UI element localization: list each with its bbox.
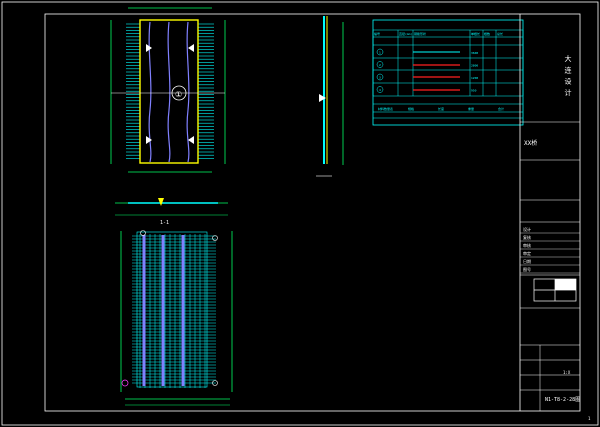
summary-cell: 重量: [468, 106, 474, 111]
sheet-title: N1-T8-2-28图: [545, 397, 580, 403]
rebar-id: 2: [379, 63, 381, 67]
summary-cell: 合计: [498, 106, 504, 111]
rebar-id: 3: [379, 76, 381, 80]
plan-section-strip: 1-1: [115, 198, 228, 226]
page-number: 1: [588, 416, 591, 421]
plan-marker-label: ①: [175, 90, 182, 99]
title-block-row-label: 图号: [523, 266, 531, 272]
rebar-id: 1: [379, 51, 381, 55]
project-name: XX桥: [524, 139, 537, 147]
plan-transverse-rebars-left: [126, 23, 140, 159]
title-block-row-label: 设计: [523, 226, 531, 232]
rebar-length: 2800: [471, 64, 478, 68]
summary-cell: 材料数量表: [378, 106, 393, 111]
table-header-cell: 编号: [374, 31, 380, 36]
table-header-cell: 钢筋形状: [414, 31, 426, 36]
summary-cell: 长度: [438, 106, 444, 111]
plan-section-label: 1-1: [160, 220, 169, 226]
title-block-row-label: 审核: [523, 242, 531, 248]
plan-view: ①: [110, 7, 226, 173]
cad-drawing-sheet: ① 1-1 编号 直径(mm) 钢筋形状 单根长 根数 总长 1 3600 2 2800 3 120…: [1, 1, 599, 426]
sheet-outer-border: [1, 1, 599, 426]
side-elevation: [316, 16, 344, 177]
table-header-cell: 根数: [484, 31, 490, 36]
rebar-shapes: [413, 51, 460, 91]
table-header-cell: 单根长: [471, 31, 480, 36]
company-name: 大 连 设 计: [564, 54, 572, 97]
plan-transverse-rebars-right: [198, 23, 214, 159]
rebar-length: 1200: [471, 76, 478, 80]
title-block-row-label: 审定: [523, 250, 531, 256]
title-block-row-label: 复核: [523, 234, 531, 240]
summary-cell: 规格: [408, 106, 414, 111]
rebar-length: 950: [471, 89, 477, 93]
plan-strands: [148, 21, 190, 163]
table-header-cell: 直径(mm): [399, 31, 412, 36]
rebar-length: 3600: [471, 51, 478, 55]
rebar-table: 编号 直径(mm) 钢筋形状 单根长 根数 总长 1 36002 28003 12004 950 …: [372, 19, 524, 126]
title-block-row-label: 日期: [523, 258, 531, 264]
sheet-inner-border: [44, 13, 581, 412]
scale-label: 1:X: [563, 370, 571, 375]
rebar-id: 4: [379, 88, 381, 92]
elevation-view: [120, 230, 233, 406]
table-header-cell: 总长: [497, 31, 503, 36]
